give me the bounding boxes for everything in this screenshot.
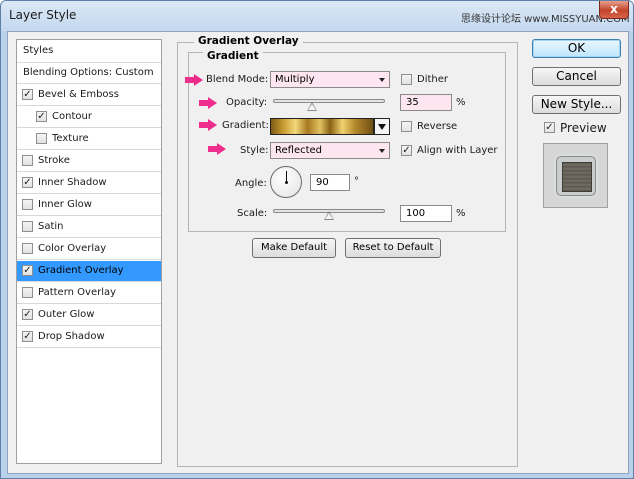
styles-header-label: Styles [23, 45, 54, 56]
checkbox-icon[interactable]: ✓ [22, 265, 33, 276]
highlight-arrow-icon [185, 74, 203, 86]
style-item-label: Inner Shadow [38, 177, 107, 188]
new-style-button[interactable]: New Style... [532, 95, 621, 114]
panel-title: Gradient Overlay [194, 35, 303, 47]
scale-value: 100 [406, 208, 426, 219]
checkbox-icon[interactable] [22, 199, 33, 210]
align-with-layer-checkbox[interactable]: ✓ [401, 145, 412, 156]
title-bar[interactable]: Layer Style 思缘设计论坛 www.MISSYUAN.COM x [1, 1, 633, 31]
preview-thumbnail [543, 143, 608, 208]
style-item-label: Pattern Overlay [38, 287, 117, 298]
checkbox-icon[interactable]: ✓ [22, 89, 33, 100]
style-item-satin[interactable]: Satin [17, 217, 161, 238]
style-item-outer-glow[interactable]: ✓ Outer Glow [17, 305, 161, 326]
opacity-slider-thumb[interactable] [306, 102, 318, 112]
cancel-button[interactable]: Cancel [532, 67, 621, 86]
window-title: Layer Style [9, 8, 77, 22]
gradient-label: Gradient: [222, 120, 269, 131]
style-item-texture[interactable]: Texture [17, 129, 161, 150]
style-item-label: Inner Glow [38, 199, 92, 210]
style-item-gradient-overlay[interactable]: ✓ Gradient Overlay [17, 261, 161, 282]
style-item-label: Bevel & Emboss [38, 89, 119, 100]
style-item-label: Satin [38, 221, 64, 232]
styles-header[interactable]: Styles [17, 40, 161, 63]
checkbox-icon[interactable]: ✓ [22, 331, 33, 342]
align-with-layer-label: Align with Layer [417, 145, 498, 156]
blend-mode-value: Multiply [275, 74, 315, 85]
scale-input[interactable]: 100 [400, 205, 452, 222]
checkbox-icon[interactable] [22, 221, 33, 232]
close-button[interactable]: x [599, 1, 629, 19]
reset-to-default-button[interactable]: Reset to Default [345, 238, 441, 258]
dither-label: Dither [417, 74, 449, 85]
style-item-label: Gradient Overlay [38, 265, 124, 276]
opacity-value: 35 [406, 97, 419, 108]
style-item-label: Stroke [38, 155, 70, 166]
scale-unit: % [456, 208, 466, 219]
checkbox-icon[interactable]: ✓ [22, 309, 33, 320]
style-item-drop-shadow[interactable]: ✓ Drop Shadow [17, 327, 161, 348]
opacity-unit: % [456, 97, 466, 108]
style-item-label: Contour [52, 111, 92, 122]
style-item-bevel-emboss[interactable]: ✓ Bevel & Emboss [17, 85, 161, 106]
preview-label: Preview [560, 121, 607, 135]
opacity-label: Opacity: [226, 97, 268, 108]
make-default-button[interactable]: Make Default [252, 238, 336, 258]
style-item-label: Drop Shadow [38, 331, 105, 342]
close-icon: x [610, 2, 618, 16]
dialog-body: Styles Blending Options: Custom ✓ Bevel … [7, 31, 629, 474]
style-select[interactable]: Reflected [270, 142, 390, 159]
preview-swatch [556, 156, 596, 196]
reverse-label: Reverse [417, 121, 458, 132]
checkbox-icon[interactable] [36, 133, 47, 144]
checkbox-icon[interactable] [22, 287, 33, 298]
blending-options-item[interactable]: Blending Options: Custom [17, 63, 161, 84]
style-item-label: Outer Glow [38, 309, 95, 320]
checkbox-icon[interactable] [22, 155, 33, 166]
scale-slider-thumb[interactable] [323, 211, 335, 221]
style-item-label: Color Overlay [38, 243, 107, 254]
style-item-label: Texture [52, 133, 89, 144]
styles-list: Styles Blending Options: Custom ✓ Bevel … [16, 39, 162, 464]
highlight-arrow-icon [199, 119, 217, 131]
blend-mode-select[interactable]: Multiply [270, 71, 390, 88]
reverse-checkbox[interactable] [401, 121, 412, 132]
style-label: Style: [240, 145, 269, 156]
highlight-arrow-icon [199, 97, 217, 109]
style-item-color-overlay[interactable]: Color Overlay [17, 239, 161, 260]
angle-value: 90 [316, 177, 329, 188]
angle-hub [285, 181, 288, 184]
dither-checkbox[interactable] [401, 74, 412, 85]
blend-mode-label: Blend Mode: [206, 74, 269, 85]
style-item-inner-shadow[interactable]: ✓ Inner Shadow [17, 173, 161, 194]
angle-input[interactable]: 90 [310, 174, 350, 191]
preview-checkbox[interactable]: ✓ [544, 122, 555, 133]
checkbox-icon[interactable] [22, 243, 33, 254]
angle-label: Angle: [235, 178, 267, 189]
chevron-down-icon [379, 149, 385, 153]
style-item-pattern-overlay[interactable]: Pattern Overlay [17, 283, 161, 304]
style-item-contour[interactable]: ✓ Contour [17, 107, 161, 128]
highlight-arrow-icon [208, 143, 226, 155]
scale-label: Scale: [237, 208, 268, 219]
angle-dial[interactable] [270, 166, 302, 198]
blending-options-label: Blending Options: Custom [23, 67, 154, 78]
checkbox-icon[interactable]: ✓ [22, 177, 33, 188]
chevron-down-icon [379, 78, 385, 82]
style-value: Reflected [275, 145, 323, 156]
checkbox-icon[interactable]: ✓ [36, 111, 47, 122]
opacity-input[interactable]: 35 [400, 94, 452, 111]
ok-button[interactable]: OK [532, 39, 621, 58]
style-item-stroke[interactable]: Stroke [17, 151, 161, 172]
style-item-inner-glow[interactable]: Inner Glow [17, 195, 161, 216]
gradient-swatch[interactable] [270, 118, 374, 135]
layer-style-dialog: Layer Style 思缘设计论坛 www.MISSYUAN.COM x St… [0, 0, 634, 479]
opacity-slider-track[interactable] [273, 99, 385, 103]
angle-unit: ° [354, 176, 359, 187]
panel-subtitle: Gradient [203, 50, 263, 62]
gradient-picker-chevron-icon[interactable] [374, 118, 390, 135]
